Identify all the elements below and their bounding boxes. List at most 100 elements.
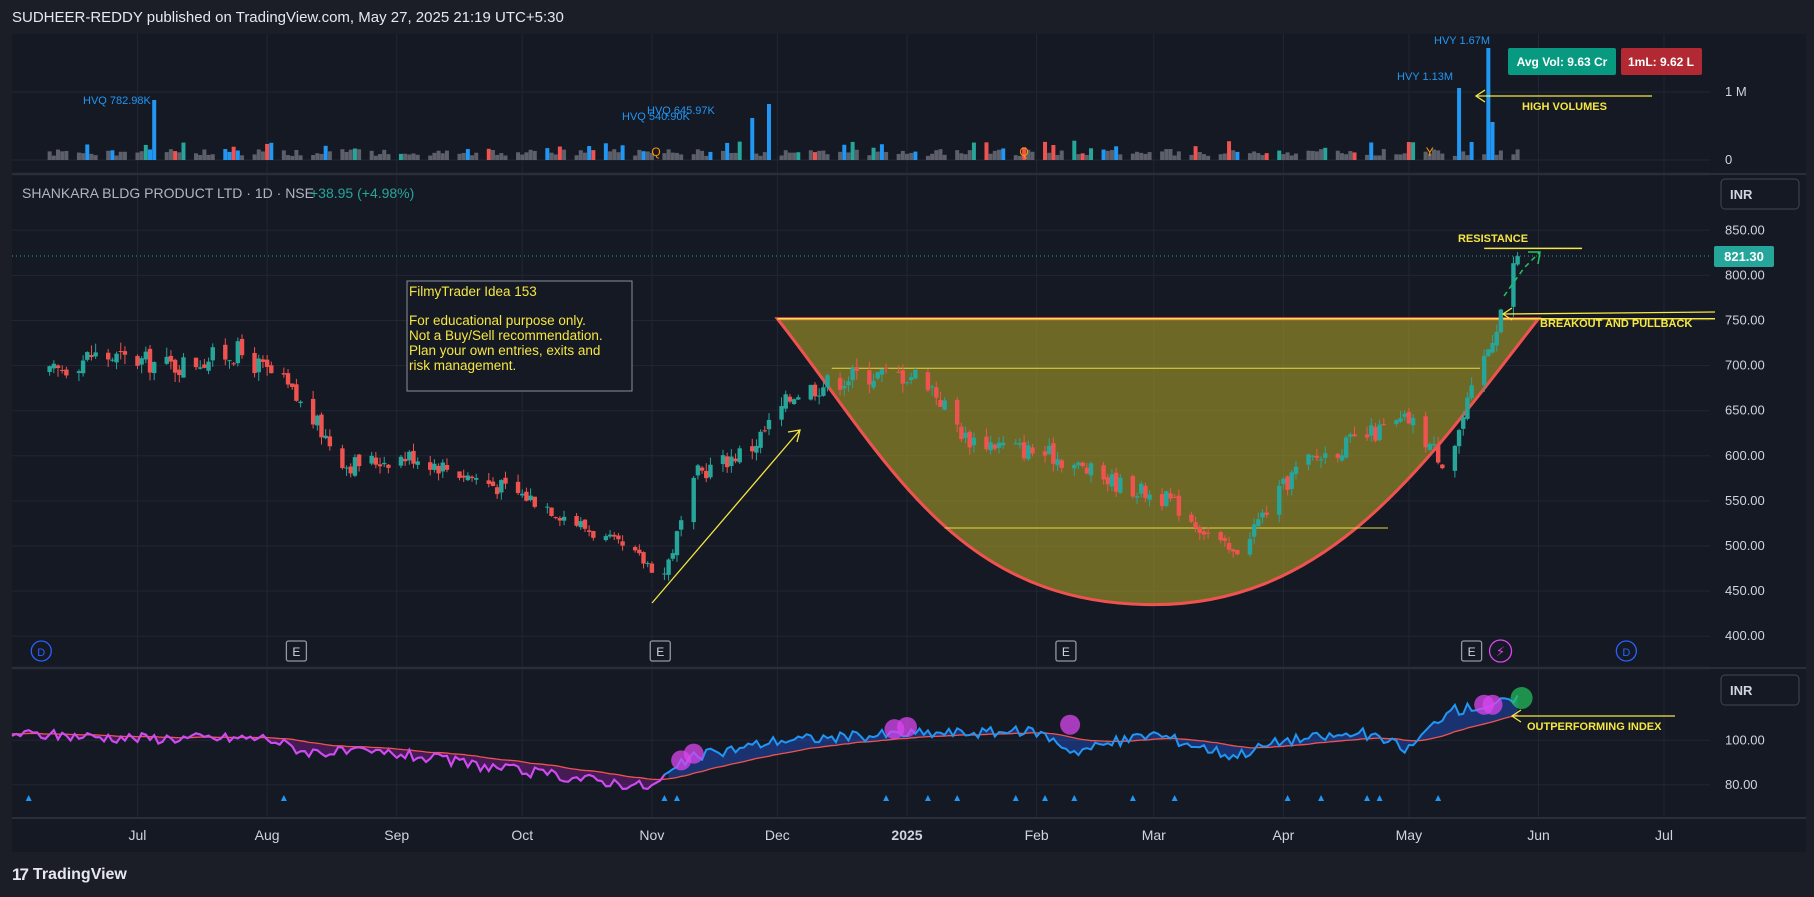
volume-bar — [1264, 153, 1269, 160]
candle-body — [1231, 549, 1236, 552]
idea-title: FilmyTrader Idea 153 — [409, 284, 537, 299]
volume-bar — [545, 148, 550, 160]
candle-body — [883, 367, 889, 369]
candle-body — [323, 435, 328, 439]
volume-bar — [1511, 154, 1516, 160]
price-tick-label: 750.00 — [1725, 313, 1765, 328]
price-tick-label: 650.00 — [1725, 403, 1765, 418]
volume-bar — [930, 153, 935, 160]
candle-body — [1080, 462, 1085, 467]
candle-body — [520, 493, 525, 496]
volume-bar — [1452, 155, 1457, 160]
volume-bar — [1411, 142, 1416, 160]
candle-body — [1465, 397, 1470, 419]
idea-line-1: For educational purpose only. — [409, 313, 586, 328]
volume-bar — [875, 151, 880, 160]
volume-bar — [1193, 146, 1198, 160]
volume-bar — [532, 150, 537, 160]
volume-bar — [440, 153, 445, 160]
candle-body — [996, 442, 1002, 448]
currency-label-rs: INR — [1730, 683, 1753, 698]
time-tick-label: Jun — [1527, 827, 1550, 843]
candle-body — [1101, 465, 1106, 480]
candle-body — [386, 464, 391, 468]
volume-bar — [168, 149, 173, 160]
volume-bar — [666, 149, 671, 160]
time-tick-label: Oct — [511, 827, 533, 843]
candle-body — [474, 477, 479, 480]
volume-bar — [925, 155, 930, 160]
volume-bar — [1306, 150, 1311, 160]
candle-body — [1318, 459, 1324, 461]
volume-bar — [210, 154, 215, 160]
candle-body — [729, 456, 734, 466]
volume-bar — [825, 154, 830, 160]
candle-body — [151, 362, 157, 374]
candle-body — [591, 531, 596, 538]
time-tick-label: Feb — [1025, 827, 1049, 843]
volume-bar — [143, 144, 148, 160]
candle-body — [1277, 485, 1282, 515]
chart-canvas[interactable]: HVQ 782.98KHVQ 540.90KHVQ 645.97KHVY 1.1… — [0, 0, 1814, 897]
volume-bar — [240, 155, 245, 160]
candle-body — [1072, 464, 1077, 469]
candle-body — [1105, 477, 1110, 485]
volume-bar — [114, 155, 119, 160]
volume-bar — [955, 150, 960, 160]
volume-bar — [516, 152, 521, 160]
candle-body — [632, 547, 638, 551]
candle-body — [1461, 417, 1466, 429]
candle-body — [1147, 494, 1152, 500]
volume-bar — [1218, 154, 1223, 160]
candle-body — [398, 456, 404, 466]
volume-bar — [733, 152, 738, 160]
candle-body — [754, 445, 759, 453]
candle-body — [139, 358, 144, 365]
candle-body — [708, 464, 713, 478]
price-tick-label: 550.00 — [1725, 493, 1765, 508]
volume-bar — [779, 155, 784, 160]
volume-bar — [817, 150, 822, 160]
candle-body — [181, 357, 186, 378]
time-tick-label: Jul — [1655, 827, 1673, 843]
candle-body — [1000, 442, 1006, 446]
candle-body — [469, 476, 475, 479]
volume-bar — [81, 153, 86, 160]
candle-body — [925, 372, 931, 391]
volume-bar — [106, 150, 111, 160]
volume-bar — [1164, 149, 1169, 160]
volume-bar — [720, 150, 725, 160]
candle-body — [578, 521, 583, 528]
candle-body — [1281, 478, 1286, 484]
volume-bar — [612, 149, 617, 160]
candle-body — [290, 383, 295, 387]
tradingview-brand[interactable]: 17 TradingView — [12, 865, 127, 885]
volume-bar — [1402, 153, 1407, 160]
candle-body — [1456, 430, 1462, 447]
volume-bar — [1139, 152, 1144, 160]
volume-bar — [428, 155, 433, 160]
candle-body — [612, 534, 617, 537]
candle-body — [193, 357, 199, 368]
candle-body — [436, 465, 441, 474]
rs-highlight-dot — [897, 716, 918, 737]
volume-bar — [1323, 147, 1328, 160]
candle-body — [1130, 476, 1136, 497]
candle-body — [724, 456, 730, 468]
candle-body — [1452, 445, 1458, 471]
volume-bar — [884, 152, 889, 160]
candle-body — [670, 553, 675, 559]
time-tick-label: Aug — [255, 827, 280, 843]
candle-body — [871, 380, 876, 388]
candle-body — [1381, 424, 1386, 426]
one-ml-text: 1mL: 9.62 L — [1628, 55, 1694, 69]
volume-bar — [846, 152, 851, 160]
volume-bar — [1260, 155, 1265, 160]
volume-bar — [436, 150, 441, 160]
idea-line-3: Plan your own entries, exits and — [409, 343, 600, 358]
volume-bar — [1436, 150, 1441, 160]
volume-bar — [1277, 150, 1282, 160]
candle-body — [967, 431, 972, 448]
volume-bar — [177, 152, 182, 160]
volume-bar — [1335, 150, 1340, 160]
